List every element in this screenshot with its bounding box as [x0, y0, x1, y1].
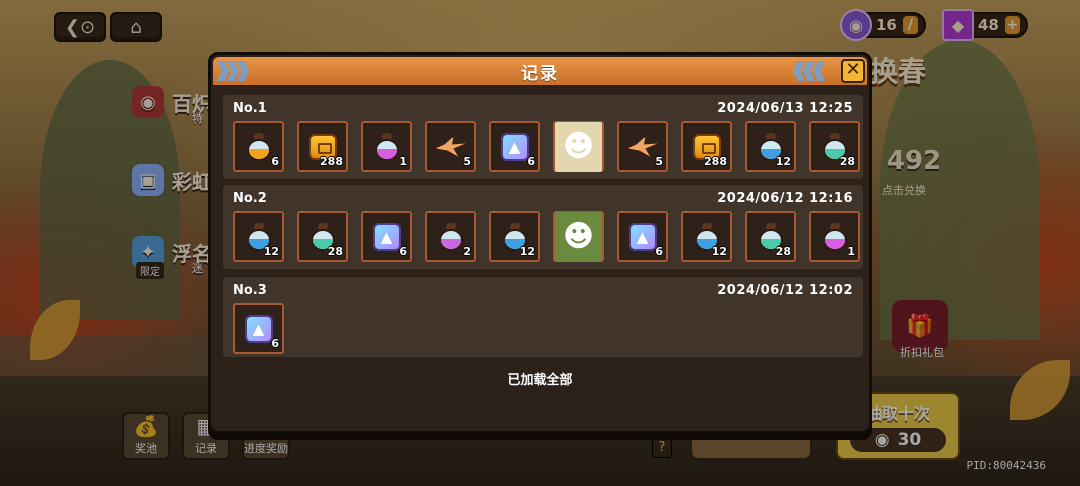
item-count: 6 [271, 337, 279, 350]
character-portrait-icon: ☻ [555, 211, 602, 262]
potion-icon [246, 132, 272, 161]
item-count: 288 [704, 155, 727, 168]
record-number: No.3 [233, 283, 267, 298]
reward-slot[interactable]: 12 [233, 211, 284, 262]
starfish-icon [435, 136, 466, 157]
record-number: No.2 [233, 191, 267, 206]
item-count: 28 [839, 155, 855, 168]
reward-slot[interactable]: ☻ [553, 121, 604, 172]
shirt-icon: ▲ [500, 132, 529, 161]
starfish-icon [627, 136, 658, 157]
reward-slot[interactable]: ☻ [553, 211, 604, 262]
close-button[interactable]: ✕ [841, 59, 865, 83]
shirt-icon: ▲ [628, 222, 657, 251]
potion-icon [822, 222, 848, 251]
item-count: 2 [463, 245, 471, 258]
reward-slot[interactable]: 12 [681, 211, 732, 262]
item-count: 12 [519, 245, 535, 258]
character-portrait-icon: ☻ [555, 121, 602, 172]
reward-slot[interactable]: 1 [361, 121, 412, 172]
reward-slot[interactable]: 12 [489, 211, 540, 262]
item-count: 5 [463, 155, 471, 168]
record-entry: No.1 2024/06/13 12:25 6 288 1 5 ▲ 6 ☻ 5 288 12 28 [223, 95, 863, 179]
item-count: 12 [775, 155, 791, 168]
reward-slots: ▲ 6 [233, 303, 284, 354]
reward-slot[interactable]: 5 [617, 121, 668, 172]
shirt-icon: ▲ [372, 222, 401, 251]
record-time: 2024/06/13 12:25 [717, 101, 853, 116]
reward-slot[interactable]: 288 [297, 121, 348, 172]
record-entry: No.3 2024/06/12 12:02 ▲ 6 [223, 277, 863, 357]
reward-slot[interactable]: 288 [681, 121, 732, 172]
item-count: 1 [847, 245, 855, 258]
item-count: 28 [775, 245, 791, 258]
reward-slot[interactable]: 28 [297, 211, 348, 262]
item-count: 5 [655, 155, 663, 168]
item-count: 6 [527, 155, 535, 168]
header-decoration-left [217, 61, 257, 81]
record-time: 2024/06/12 12:02 [717, 283, 853, 298]
item-count: 6 [399, 245, 407, 258]
record-number: No.1 [233, 101, 267, 116]
item-count: 1 [399, 155, 407, 168]
reward-slot[interactable]: ▲ 6 [361, 211, 412, 262]
all-loaded-text: 已加载全部 [507, 373, 573, 388]
reward-slot[interactable]: 2 [425, 211, 476, 262]
shirt-icon: ▲ [244, 314, 273, 343]
reward-slot[interactable]: ▲ 6 [233, 303, 284, 354]
potion-icon [374, 132, 400, 161]
item-count: 6 [271, 155, 279, 168]
reward-slot[interactable]: 1 [809, 211, 860, 262]
reward-slot[interactable]: 5 [425, 121, 476, 172]
reward-slot[interactable]: ▲ 6 [617, 211, 668, 262]
record-time: 2024/06/12 12:16 [717, 191, 853, 206]
modal-title: 记录 [521, 63, 559, 84]
record-modal: 记录 ✕ No.1 2024/06/13 12:25 6 288 1 5 ▲ 6 ☻ 5 288… [208, 52, 872, 434]
item-count: 12 [711, 245, 727, 258]
reward-slot[interactable]: 28 [809, 121, 860, 172]
reward-slot[interactable]: 12 [745, 121, 796, 172]
potion-icon [438, 222, 464, 251]
reward-slots: 12 28 ▲ 6 2 12 ☻ ▲ 6 12 28 1 [233, 211, 860, 262]
item-count: 12 [263, 245, 279, 258]
reward-slot[interactable]: 6 [233, 121, 284, 172]
item-count: 288 [320, 155, 343, 168]
modal-header: 记录 ✕ [213, 57, 867, 85]
reward-slot[interactable]: ▲ 6 [489, 121, 540, 172]
reward-slot[interactable]: 28 [745, 211, 796, 262]
reward-slots: 6 288 1 5 ▲ 6 ☻ 5 288 12 28 [233, 121, 860, 172]
header-decoration-right [793, 61, 833, 81]
record-entry: No.2 2024/06/12 12:16 12 28 ▲ 6 2 12 ☻ ▲ 6 12 28 1 [223, 185, 863, 269]
item-count: 28 [327, 245, 343, 258]
item-count: 6 [655, 245, 663, 258]
